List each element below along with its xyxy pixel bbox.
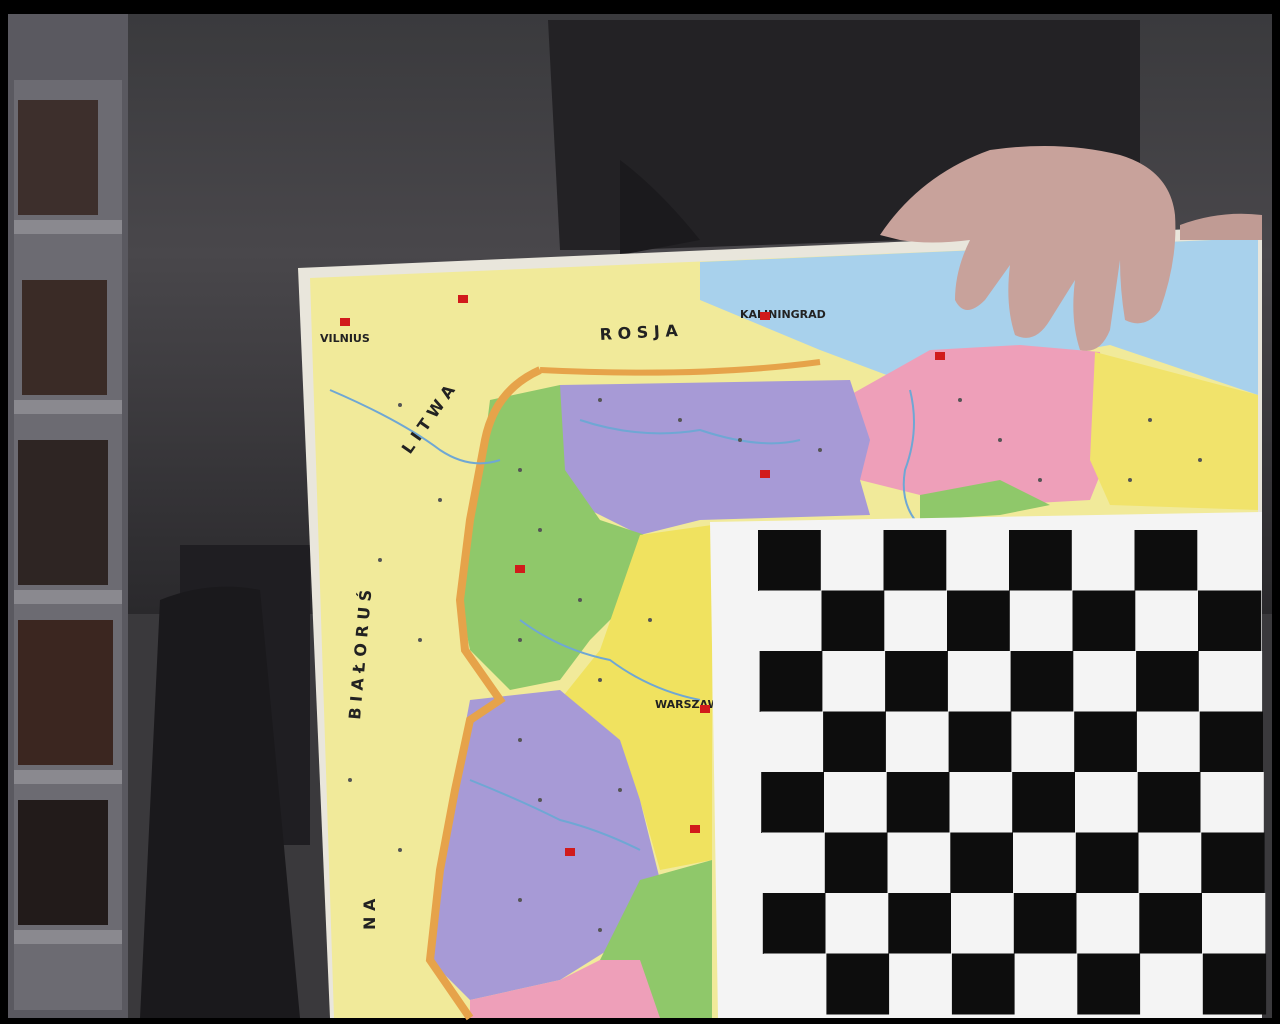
checker-square	[1198, 590, 1262, 652]
checker-square	[1139, 893, 1203, 954]
city-marker	[935, 352, 945, 360]
checker-square	[1136, 711, 1201, 773]
checker-square	[758, 590, 823, 652]
checker-square	[889, 953, 953, 1015]
checker-square	[1011, 711, 1075, 773]
bookshelf	[8, 14, 128, 1018]
checker-square	[946, 530, 1010, 591]
checker-square	[823, 711, 887, 773]
checker-square	[1140, 953, 1204, 1015]
checker-square	[1199, 711, 1263, 773]
checker-square	[1136, 651, 1200, 712]
checker-square	[821, 590, 885, 652]
checker-square	[762, 832, 826, 894]
city-marker	[760, 470, 770, 478]
checker-square	[762, 893, 827, 954]
checker-square	[884, 590, 948, 652]
checker-square	[758, 530, 822, 591]
checker-square	[1134, 530, 1198, 591]
city-marker	[340, 318, 350, 326]
checker-square	[1135, 590, 1199, 652]
checker-square	[1074, 711, 1138, 773]
checker-square	[826, 953, 890, 1015]
city-kaliningrad: KALININGRAD	[740, 308, 826, 321]
city-marker	[690, 825, 700, 833]
checker-square	[951, 893, 1015, 954]
city-marker	[515, 565, 525, 573]
checker-square	[885, 651, 949, 712]
checker-square	[822, 651, 886, 712]
checker-square	[1077, 953, 1141, 1015]
checker-square	[949, 772, 1013, 833]
checker-square	[1072, 590, 1136, 652]
checker-square	[1137, 772, 1201, 833]
checker-square	[1013, 893, 1078, 954]
checker-square	[824, 832, 889, 894]
checker-square	[1138, 832, 1202, 894]
checker-square	[759, 651, 823, 712]
calibration-checkerboard	[710, 512, 1267, 1018]
checker-square	[948, 711, 1012, 773]
checker-square	[824, 772, 888, 833]
city-marker	[700, 705, 710, 713]
checker-square	[1009, 530, 1073, 591]
checker-square	[761, 772, 825, 833]
checker-square	[1014, 953, 1078, 1015]
city-marker	[565, 848, 575, 856]
city-marker	[760, 312, 770, 320]
checker-square	[1197, 530, 1261, 591]
checker-square	[1009, 590, 1074, 652]
checker-square	[950, 832, 1014, 894]
city-vilnius: VILNIUS	[320, 332, 370, 345]
photo-scene: R O S J A L I T W A B I A Ł O R U Ś N A …	[0, 0, 1280, 1024]
label-ukraina: N A	[360, 898, 379, 930]
checker-square	[951, 953, 1016, 1015]
checker-square	[1071, 530, 1136, 591]
checker-square	[760, 711, 824, 773]
checker-square	[1010, 651, 1074, 712]
chair	[140, 545, 310, 1018]
checker-square	[1013, 832, 1077, 894]
checker-square	[1201, 832, 1265, 894]
checker-square	[883, 530, 947, 591]
checker-square	[1075, 832, 1140, 894]
checker-square	[820, 530, 885, 591]
checker-square	[1202, 893, 1266, 954]
checker-square	[1075, 772, 1139, 833]
checker-square	[1012, 772, 1076, 833]
checker-square	[886, 772, 950, 833]
checker-square	[947, 590, 1011, 652]
checker-square	[1198, 651, 1263, 712]
checker-square	[1200, 772, 1264, 833]
checker-square	[947, 651, 1012, 712]
checker-square	[887, 832, 951, 894]
checker-square	[1076, 893, 1140, 954]
checker-square	[825, 893, 889, 954]
checker-square	[763, 953, 827, 1015]
checker-square	[1073, 651, 1137, 712]
checker-square	[1202, 953, 1267, 1015]
checker-square	[888, 893, 952, 954]
checker-square	[885, 711, 950, 773]
city-marker	[458, 295, 468, 303]
